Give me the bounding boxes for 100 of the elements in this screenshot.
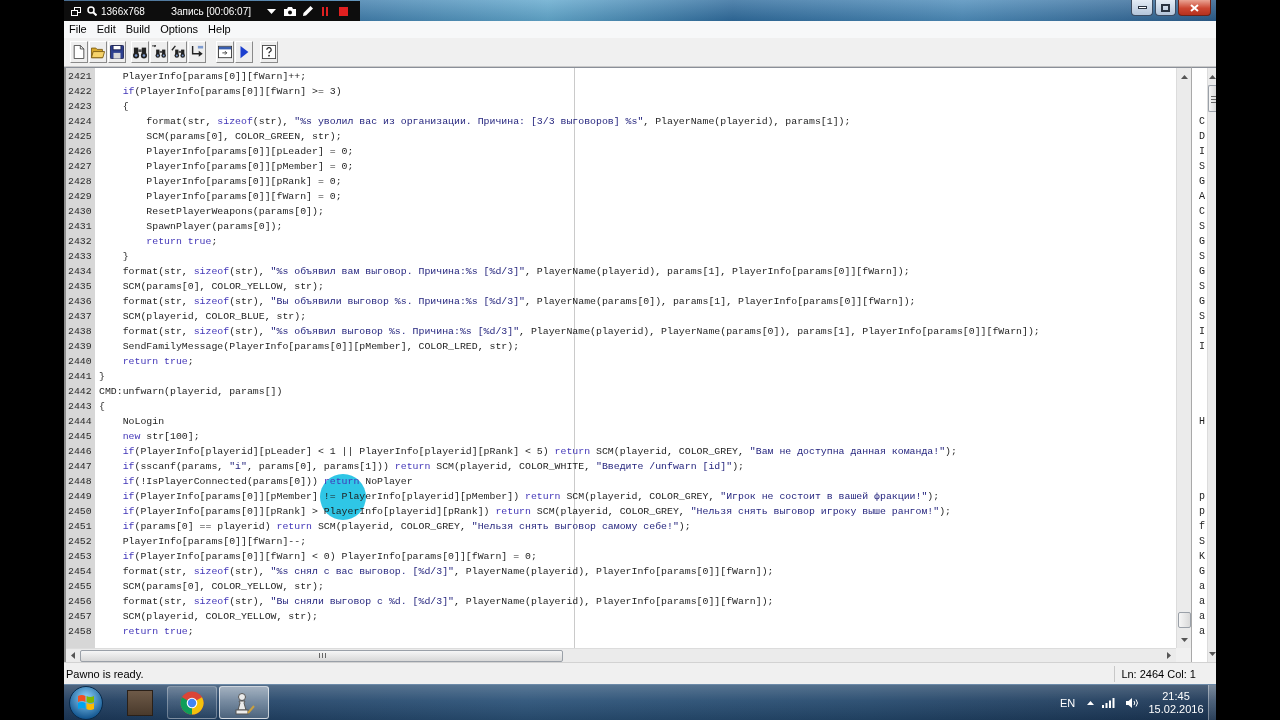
code-line: if(sscanf(params, "i", params[0], params[1])) return SCM(playerid, COLOR_WHITE, "Введите /unfwarn [id]"); [122, 460, 744, 474]
function-list-item[interactable]: K [1199, 549, 1207, 564]
line-number: 2433 [67, 250, 93, 264]
vertical-scrollbar[interactable] [1176, 68, 1191, 648]
function-list-item[interactable]: a [1199, 624, 1207, 639]
function-list-item[interactable]: S [1199, 534, 1207, 549]
code-line: if(PlayerInfo[playerid][pLeader] < 1 || PlayerInfo[playerid][pRank] < 5) return SCM(playerid, COLOR_GREY, "Вам не доступна данная команда!"); [122, 445, 957, 459]
line-number: 2421 [67, 70, 93, 84]
code-line: PlayerInfo[params[0]][pMember] = 0; [146, 160, 354, 174]
function-list-item[interactable]: a [1199, 579, 1207, 594]
start-orb-icon[interactable] [69, 685, 103, 720]
code-line: PlayerInfo[params[0]][fWarn]++; [122, 70, 307, 84]
show-desktop-button[interactable] [1208, 685, 1216, 720]
restore-icon[interactable] [71, 6, 81, 16]
close-button[interactable] [1178, 0, 1211, 16]
open-button[interactable] [89, 41, 107, 63]
line-number: 2455 [67, 580, 93, 594]
scroll-thumb[interactable] [80, 649, 563, 662]
line-number: 2454 [67, 565, 93, 579]
camera-icon[interactable] [284, 6, 296, 16]
function-list-item[interactable]: A [1199, 189, 1207, 204]
line-number: 2423 [67, 100, 93, 114]
signal-icon[interactable] [1102, 697, 1115, 708]
vertical-scrollbar[interactable] [1207, 68, 1216, 662]
function-list-item[interactable]: H [1199, 414, 1207, 429]
function-list-item[interactable]: C [1199, 204, 1207, 219]
line-number: 2451 [67, 520, 93, 534]
scroll-right-arrow-icon[interactable] [1167, 652, 1171, 659]
menu-item[interactable]: Help [203, 22, 236, 37]
function-list-item[interactable]: S [1199, 159, 1207, 174]
minimize-button[interactable] [1131, 0, 1153, 16]
code-line: format(str, sizeof(str), "Вы объявили выговор %s. Причина:%s [%d/3]", PlayerName(params[0]), params[1], PlayerInfo[params[0]][fWarn]); [122, 295, 916, 309]
replace-button[interactable] [169, 41, 187, 63]
stop-icon[interactable] [339, 6, 348, 16]
new-file-button[interactable] [70, 41, 88, 63]
function-list-item[interactable]: G [1199, 174, 1207, 189]
scroll-thumb[interactable] [1208, 85, 1216, 112]
code-line: if(!IsPlayerConnected(params[0])) return NoPlayer [122, 475, 413, 489]
function-list-item[interactable]: S [1199, 249, 1207, 264]
taskbar-button[interactable] [219, 686, 269, 719]
line-number: 2429 [67, 190, 93, 204]
code-line: format(str, sizeof(str), "%s снял с вас выговор. [%d/3]", PlayerName(playerid), PlayerInfo[params[0]][fWarn]); [122, 565, 774, 579]
speaker-icon[interactable] [1126, 697, 1138, 708]
photo-placeholder[interactable] [127, 689, 153, 716]
line-number: 2450 [67, 505, 93, 519]
function-list-item[interactable]: G [1199, 294, 1207, 309]
menu-item[interactable]: Build [120, 22, 156, 37]
pencil-icon[interactable] [303, 6, 313, 16]
function-list-item[interactable]: a [1199, 609, 1207, 624]
menu-item[interactable]: Options [155, 22, 204, 37]
function-list-item[interactable]: I [1199, 144, 1207, 159]
function-list-item[interactable]: I [1199, 339, 1207, 354]
compile-button[interactable] [235, 41, 253, 63]
bent-arrow-icon [190, 45, 204, 59]
scroll-up-arrow-icon[interactable] [1180, 74, 1188, 79]
find-button[interactable] [131, 41, 149, 63]
scroll-down-arrow-icon[interactable] [1180, 637, 1188, 642]
function-list-item[interactable]: C [1199, 114, 1207, 129]
function-list-item[interactable]: D [1199, 129, 1207, 144]
function-list-item[interactable]: I [1199, 324, 1207, 339]
caret-down-icon[interactable] [267, 8, 276, 14]
scroll-left-arrow-icon[interactable] [71, 652, 75, 659]
clock-date[interactable]: 15.02.2016 [1148, 702, 1204, 716]
code-line: SCM(params[0], COLOR_YELLOW, str); [122, 280, 324, 294]
function-list-item[interactable]: G [1199, 234, 1207, 249]
clock-time[interactable]: 21:45 [1162, 689, 1190, 703]
taskbar-button[interactable] [167, 686, 217, 719]
line-number: 2428 [67, 175, 93, 189]
save-button[interactable] [108, 41, 126, 63]
menu-item[interactable]: Edit [91, 22, 121, 37]
maximize-button[interactable] [1155, 0, 1176, 16]
pause-icon[interactable] [322, 6, 328, 16]
function-list-item[interactable]: S [1199, 219, 1207, 234]
binoculars-icon [133, 45, 147, 59]
goto-line-button[interactable] [188, 41, 206, 63]
scroll-thumb[interactable] [1177, 612, 1191, 628]
open-folder-icon [91, 45, 105, 59]
language-indicator[interactable]: EN [1060, 696, 1075, 709]
search-icon[interactable] [87, 6, 97, 16]
caret-up-icon[interactable] [1087, 700, 1094, 705]
scroll-up-arrow-icon[interactable] [1208, 74, 1216, 79]
function-list-item[interactable]: G [1199, 564, 1207, 579]
help-button[interactable] [260, 41, 278, 63]
code-line: return true; [122, 355, 194, 369]
code-line: if(PlayerInfo[params[0]][fWarn] < 0) PlayerInfo[params[0]][fWarn] = 0; [122, 550, 537, 564]
function-list-item[interactable]: G [1199, 264, 1207, 279]
function-list-item[interactable]: f [1199, 519, 1207, 534]
window-button[interactable] [216, 41, 234, 63]
menu-item[interactable]: File [64, 22, 92, 37]
find-next-button[interactable] [150, 41, 168, 63]
code-line: return true; [146, 235, 218, 249]
function-list-item[interactable]: S [1199, 279, 1207, 294]
function-list-item[interactable]: S [1199, 309, 1207, 324]
status-message: Pawno is ready. [65, 667, 144, 680]
horizontal-scrollbar[interactable] [66, 648, 1176, 662]
code-line: SCM(params[0], COLOR_GREEN, str); [146, 130, 342, 144]
function-list-item[interactable]: p [1199, 489, 1207, 504]
function-list-item[interactable]: a [1199, 594, 1207, 609]
scroll-down-arrow-icon[interactable] [1208, 651, 1216, 656]
function-list-item[interactable]: p [1199, 504, 1207, 519]
